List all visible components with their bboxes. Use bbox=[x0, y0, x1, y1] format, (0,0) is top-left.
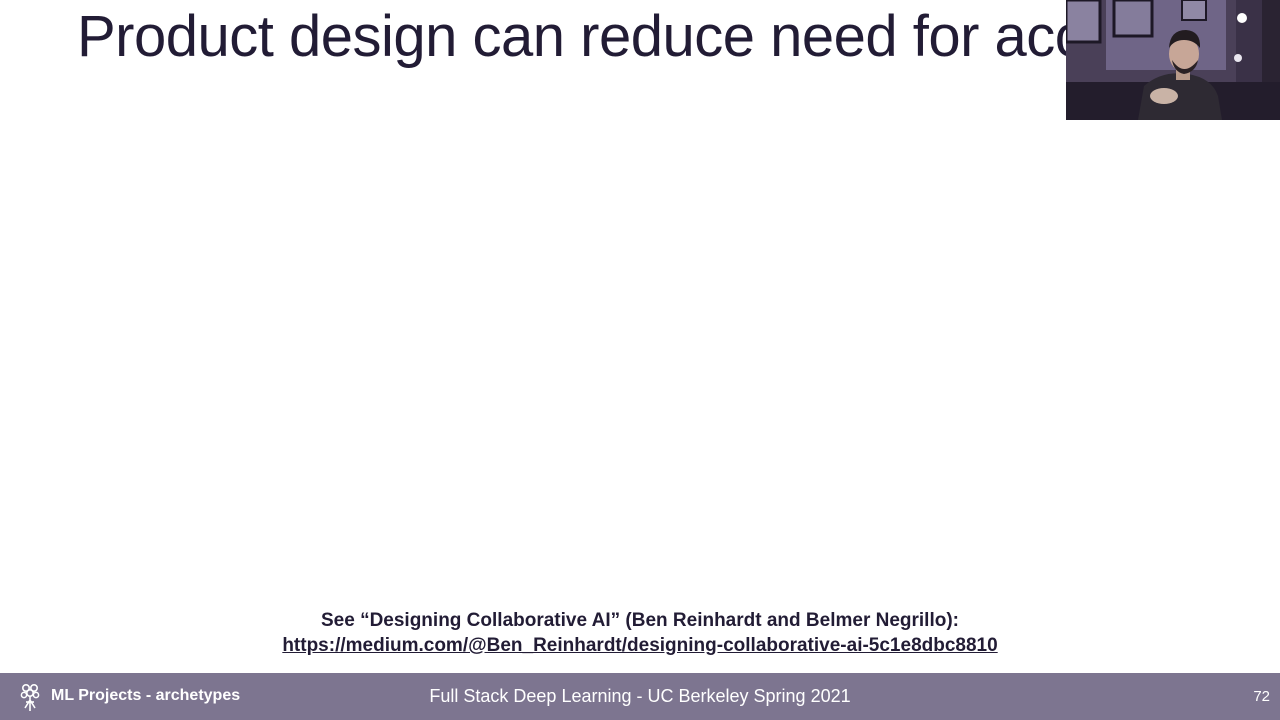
presenter-webcam bbox=[1066, 0, 1280, 120]
footer-bar: ML Projects - archetypes Full Stack Deep… bbox=[0, 673, 1280, 720]
citation: See “Designing Collaborative AI” (Ben Re… bbox=[0, 608, 1280, 658]
citation-link[interactable]: https://medium.com/@Ben_Reinhardt/design… bbox=[282, 635, 997, 656]
citation-text: See “Designing Collaborative AI” (Ben Re… bbox=[320, 610, 959, 631]
slide-title: Product design can reduce need for acc bbox=[77, 4, 1084, 69]
page-number: 72 bbox=[1253, 688, 1270, 705]
presenter-video-icon bbox=[1066, 0, 1280, 120]
slide: Product design can reduce need for acc S… bbox=[0, 0, 1280, 720]
footer-course-title: Full Stack Deep Learning - UC Berkeley S… bbox=[429, 686, 851, 706]
